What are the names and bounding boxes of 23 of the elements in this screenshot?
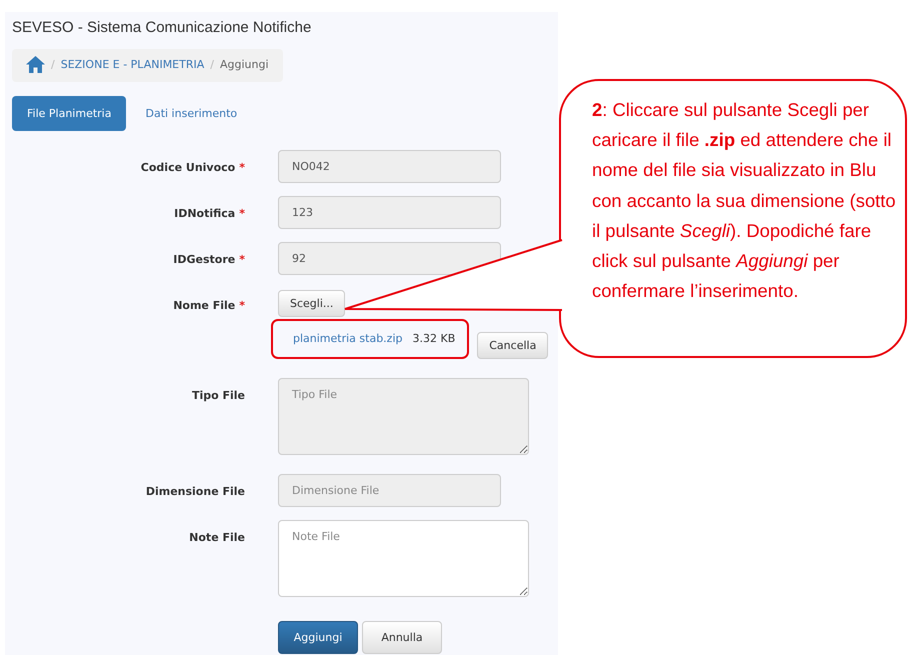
field-label: IDGestore * xyxy=(172,252,245,268)
field-label: Nome File * xyxy=(172,298,245,314)
tab[interactable]: Dati inserimento xyxy=(130,96,252,131)
text-area[interactable]: Note File xyxy=(278,520,529,597)
add-button[interactable]: Aggiungi xyxy=(278,621,358,654)
callout-text: 2: Cliccare sul pulsante Scegli per caricare il file .zip ed attendere che il nome del file sia visualizzato in Blu con accanto la sua dimensione (sotto il pulsante Scegli). Dopodiché fare click sul pulsante Aggiungi per confermare l’inserimento. xyxy=(592,98,897,304)
tab[interactable]: File Planimetria xyxy=(12,96,126,131)
breadcrumb-separator: / xyxy=(210,58,214,71)
field-label: Note File xyxy=(188,530,245,546)
choose-file-button[interactable]: Scegli... xyxy=(278,290,346,317)
breadcrumb-separator: / xyxy=(51,58,55,71)
file-name-link[interactable]: planimetria stab.zip xyxy=(293,332,402,345)
field-label: Codice Univoco * xyxy=(140,160,245,176)
breadcrumb-link[interactable]: SEZIONE E - PLANIMETRIA xyxy=(60,58,204,71)
field-label: Dimensione File xyxy=(144,484,245,500)
breadcrumb-current: Aggiungi xyxy=(220,58,269,71)
field-label: Tipo File xyxy=(190,388,245,404)
file-size: 3.32 KB xyxy=(412,332,456,345)
field-label: IDNotifica * xyxy=(173,206,245,222)
home-icon[interactable] xyxy=(26,56,45,73)
cancel-button[interactable]: Annulla xyxy=(362,621,442,654)
page-title: SEVESO - Sistema Comunicazione Notifiche xyxy=(12,19,312,36)
cancel-file-button[interactable]: Cancella xyxy=(477,332,548,359)
